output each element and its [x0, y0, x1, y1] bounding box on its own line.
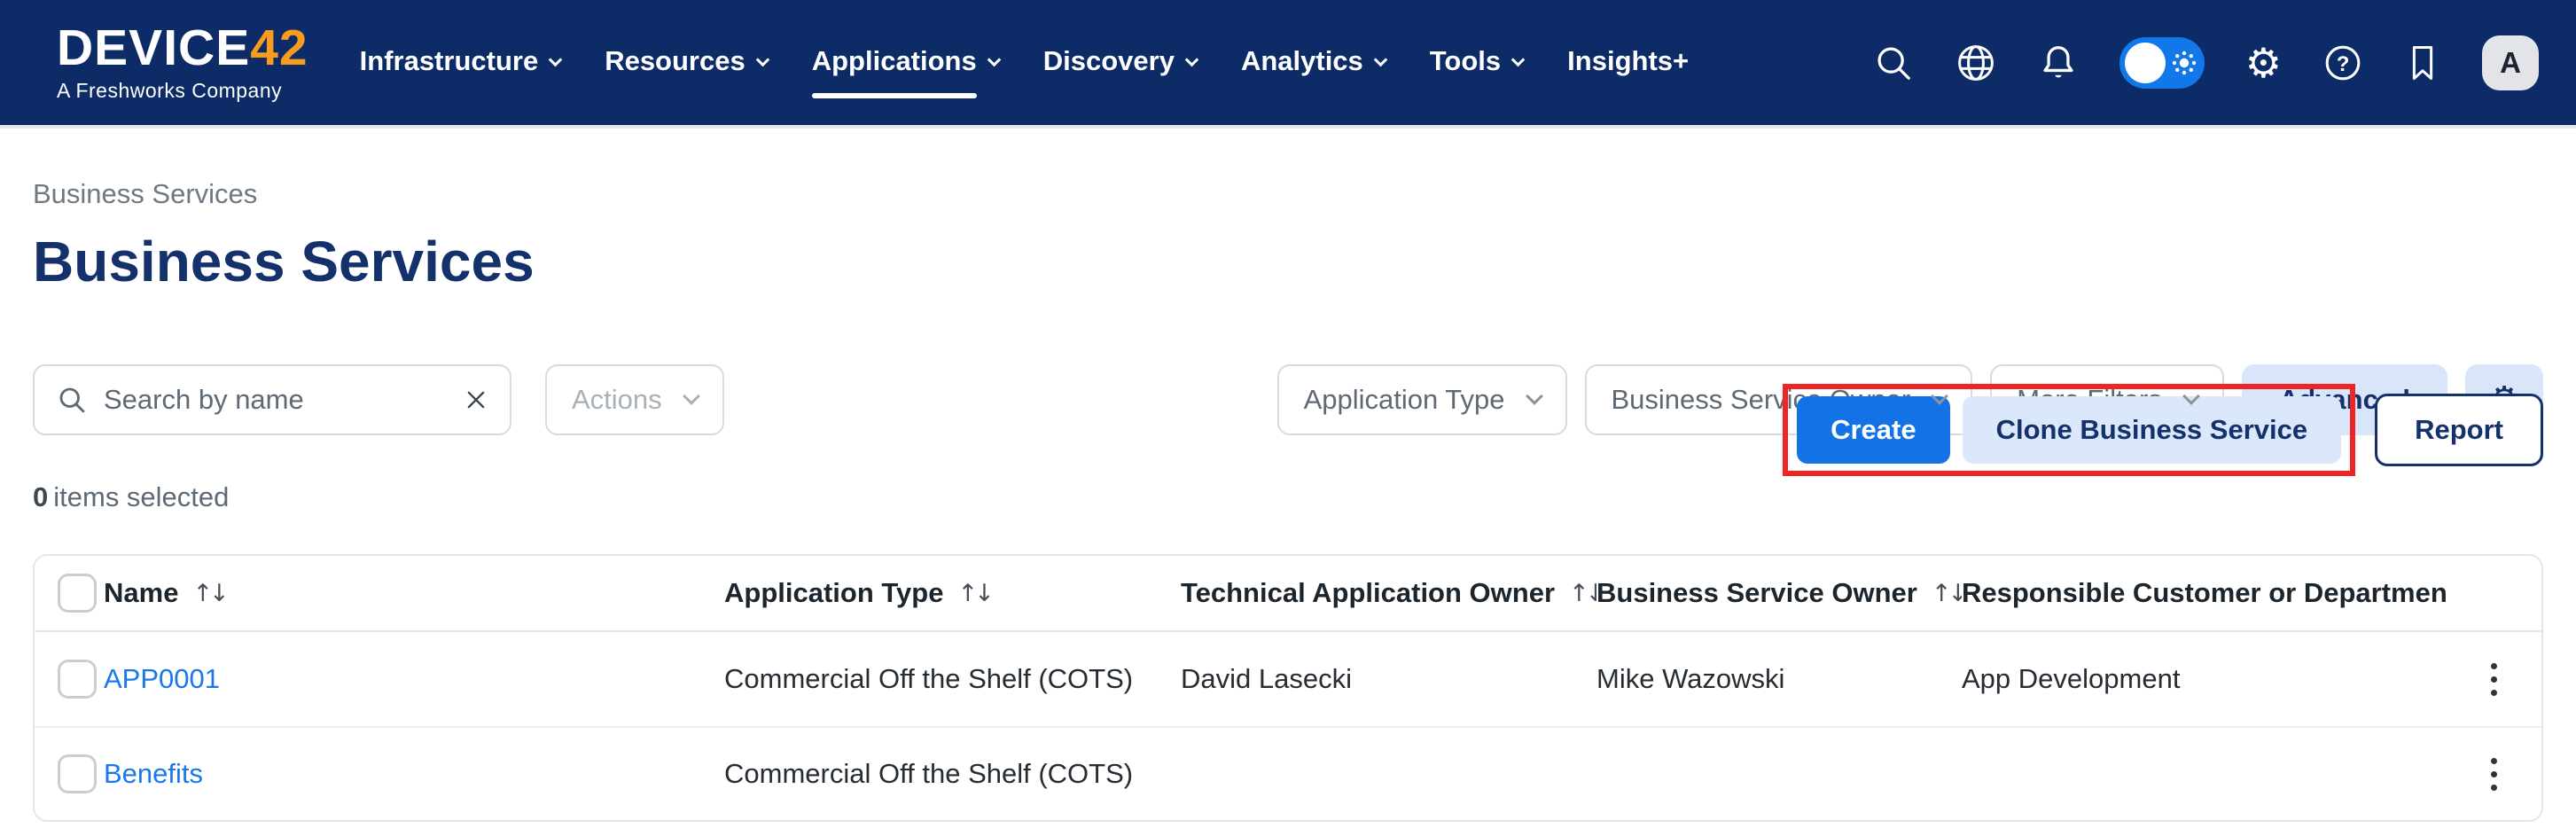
- menu-infrastructure[interactable]: Infrastructure: [360, 45, 561, 81]
- page-title: Business Services: [33, 233, 2543, 290]
- toggle-knob: [2125, 43, 2166, 83]
- sun-icon: [2171, 50, 2197, 76]
- svg-text:?: ?: [2337, 51, 2350, 75]
- responsible-cell: App Development: [1962, 663, 2447, 695]
- business-service-link[interactable]: APP0001: [104, 663, 220, 694]
- search-icon: [56, 384, 88, 416]
- chevron-down-icon: [1374, 53, 1388, 67]
- technical-owner-cell: David Lasecki: [1181, 663, 1596, 695]
- menu-applications[interactable]: Applications: [812, 45, 999, 81]
- table-row: Benefits Commercial Off the Shelf (COTS): [35, 726, 2541, 820]
- business-service-link[interactable]: Benefits: [104, 758, 203, 789]
- column-header-business-service-owner: Business Service Owner↑↓: [1596, 577, 1962, 609]
- menu-resources[interactable]: Resources: [605, 45, 768, 81]
- menu-tools[interactable]: Tools: [1430, 45, 1523, 81]
- application-type-cell: Commercial Off the Shelf (COTS): [724, 758, 1181, 790]
- menu-insights-plus[interactable]: Insights+: [1567, 45, 1689, 81]
- chevron-down-icon: [549, 53, 563, 67]
- menu-discovery[interactable]: Discovery: [1043, 45, 1197, 81]
- bookmark-icon[interactable]: [2404, 43, 2441, 83]
- chevron-down-icon: [987, 53, 1001, 67]
- business-services-table: Name↑↓ Application Type↑↓ Technical Appl…: [33, 554, 2543, 822]
- business-owner-cell: Mike Wazowski: [1596, 663, 1962, 695]
- selection-count: 0items selected: [33, 481, 2543, 513]
- clear-search-icon[interactable]: [464, 387, 488, 412]
- page-content: Business Services Business Services Crea…: [0, 178, 2576, 822]
- clone-business-service-button[interactable]: Clone Business Service: [1963, 396, 2342, 464]
- table-header-row: Name↑↓ Application Type↑↓ Technical Appl…: [35, 556, 2541, 632]
- application-type-filter[interactable]: Application Type: [1277, 364, 1567, 435]
- notifications-bell-icon[interactable]: [2038, 43, 2079, 83]
- help-icon[interactable]: ?: [2322, 43, 2363, 83]
- menu-analytics[interactable]: Analytics: [1241, 45, 1386, 81]
- navbar-icon-group: ⚙ ? A: [1873, 35, 2539, 90]
- device42-logo[interactable]: DEVICE42 A Freshworks Company: [57, 23, 308, 103]
- top-navbar: DEVICE42 A Freshworks Company Infrastruc…: [0, 0, 2576, 129]
- row-checkbox[interactable]: [58, 660, 97, 699]
- application-type-cell: Commercial Off the Shelf (COTS): [724, 663, 1181, 695]
- chevron-down-icon: [1185, 53, 1199, 67]
- report-button[interactable]: Report: [2375, 394, 2543, 466]
- annotation-highlight-box: Create Clone Business Service: [1783, 384, 2355, 476]
- sort-icon[interactable]: ↑↓: [1932, 580, 1962, 607]
- settings-gear-icon[interactable]: ⚙: [2245, 43, 2282, 83]
- chevron-down-icon: [1526, 387, 1543, 405]
- brand-tagline: A Freshworks Company: [57, 79, 308, 103]
- sort-icon[interactable]: ↑↓: [1569, 580, 1596, 607]
- chevron-down-icon: [755, 53, 769, 67]
- select-all-checkbox[interactable]: [58, 574, 97, 613]
- search-icon[interactable]: [1873, 43, 1914, 83]
- sort-icon[interactable]: ↑↓: [957, 580, 990, 607]
- row-checkbox[interactable]: [58, 754, 97, 793]
- main-menu: Infrastructure Resources Applications Di…: [360, 45, 1689, 81]
- breadcrumb[interactable]: Business Services: [33, 178, 2543, 210]
- table-row: APP0001 Commercial Off the Shelf (COTS) …: [35, 632, 2541, 726]
- search-by-name-box: [33, 364, 511, 435]
- user-avatar[interactable]: A: [2482, 35, 2539, 90]
- column-header-name: Name↑↓: [104, 577, 724, 609]
- theme-toggle[interactable]: [2119, 37, 2205, 89]
- globe-icon[interactable]: [1955, 42, 1997, 84]
- create-button[interactable]: Create: [1797, 396, 1950, 464]
- row-actions-kebab-icon[interactable]: [2484, 656, 2504, 703]
- row-actions-kebab-icon[interactable]: [2484, 751, 2504, 798]
- sort-icon[interactable]: ↑↓: [192, 580, 225, 607]
- brand-wordmark: DEVICE42: [57, 23, 308, 74]
- actions-dropdown[interactable]: Actions: [545, 364, 724, 435]
- chevron-down-icon: [683, 387, 700, 405]
- column-header-technical-application-owner: Technical Application Owner↑↓: [1181, 577, 1596, 609]
- search-input[interactable]: [104, 384, 448, 416]
- column-header-responsible-customer: Responsible Customer or Department: [1962, 577, 2447, 609]
- page-action-buttons: Create Clone Business Service Report: [1783, 384, 2543, 476]
- column-header-application-type: Application Type↑↓: [724, 577, 1181, 609]
- chevron-down-icon: [1511, 53, 1526, 67]
